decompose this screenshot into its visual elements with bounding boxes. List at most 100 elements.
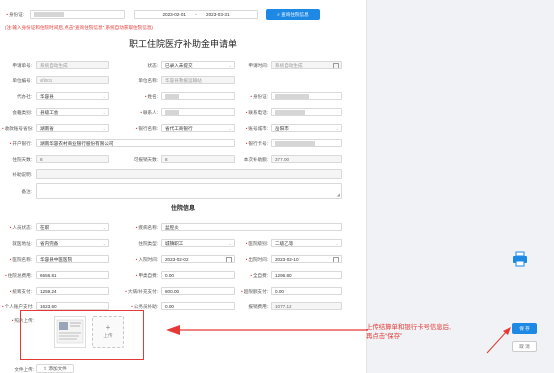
chevron-down-icon: ⌄ <box>228 63 232 68</box>
uploaded-photo-thumbnail[interactable] <box>54 316 86 348</box>
unit-no-field: sfl001 <box>36 76 109 84</box>
resize-handle-icon: ◢ <box>336 192 340 197</box>
annotation-arrow <box>166 325 368 335</box>
in-date-field[interactable]: 2023-02-02 <box>161 255 235 263</box>
agent-select[interactable]: 华容县 ⌄ <box>36 92 109 100</box>
cancel-button[interactable]: 取 消 <box>512 341 537 352</box>
in-type-label: 住院类型: <box>138 241 158 246</box>
out-date-label: •出院时间: <box>245 257 268 262</box>
chevron-down-icon: ⌄ <box>228 126 232 131</box>
fund-field[interactable]: 1259.24 <box>36 287 109 295</box>
calendar-icon <box>333 63 339 68</box>
file-upload-label: 文件上传: <box>14 367 34 372</box>
calendar-icon <box>333 257 339 262</box>
self-label: •甲类自费: <box>135 273 158 278</box>
hosp-name-label: •医院名称: <box>9 257 32 262</box>
bank-city-select[interactable]: 岳阳市 ⌄ <box>271 124 342 132</box>
phone-label: •联系电话: <box>245 110 268 115</box>
insurance-select[interactable]: 省内完备 ⌄ <box>36 239 109 247</box>
desc-field <box>36 169 342 179</box>
over-field[interactable]: 0.00 <box>271 287 342 295</box>
amount-field: 377.00 <box>271 155 342 163</box>
hosp-name-field[interactable]: 华容县中医医院 <box>36 255 109 263</box>
chevron-down-icon: ⌄ <box>102 126 106 131</box>
date-end: 2023-03-31 <box>206 12 230 17</box>
calendar-icon <box>226 257 232 262</box>
idcard-label: •身份证: <box>250 94 268 99</box>
idcard-field[interactable] <box>271 92 342 100</box>
person-status-select[interactable]: 在职 ⌄ <box>36 223 109 231</box>
remark-textarea[interactable]: ◢ <box>36 183 342 199</box>
date-start: 2023-02-01 <box>162 12 186 17</box>
apply-time-field: 系统自动生成 <box>271 61 342 69</box>
disease-label: •疾病名称: <box>135 225 158 230</box>
bank-label: •银行名称: <box>135 126 158 131</box>
query-hospital-button[interactable]: ⌕ 查询住院信息 <box>266 9 320 20</box>
remark-label: 备注: <box>21 189 32 194</box>
unit-no-label: 单位编号: <box>12 78 32 83</box>
chevron-down-icon: ⌄ <box>335 241 339 246</box>
type-select[interactable]: 县级工会 ⌄ <box>36 108 109 116</box>
personal-field[interactable]: 1623.60 <box>36 302 109 310</box>
status-field[interactable]: 已录入未提交 ⌄ <box>161 61 235 69</box>
photo-upload-label: •照片上传: <box>11 318 34 323</box>
photo-upload-button[interactable]: + 上传 <box>92 316 124 348</box>
name-field[interactable] <box>161 92 235 100</box>
search-icon: ⌕ <box>277 12 280 17</box>
fund-label: •统筹支付: <box>9 289 32 294</box>
card-label: •银行卡号: <box>245 141 268 146</box>
desc-label: 补助说明: <box>12 172 32 177</box>
name-label: •姓名: <box>144 94 158 99</box>
chevron-down-icon: ⌄ <box>228 241 232 246</box>
page-title: 职工住院医疗补助金申请单 <box>128 39 237 49</box>
save-button[interactable]: 保 存 <box>512 323 537 334</box>
idcard-search-label: •身份证: <box>6 12 24 17</box>
save-pointer-arrow <box>486 327 511 354</box>
bank-province-label: •收款账号省份: <box>2 126 34 131</box>
hosp-level-select[interactable]: 二级乙等 ⌄ <box>271 239 342 247</box>
applicant-no-field: 系统自动生成 <box>36 61 109 69</box>
self-field[interactable]: 0.00 <box>161 271 235 279</box>
bank-city-label: •账号城市: <box>245 126 268 131</box>
contact-field[interactable] <box>161 108 235 116</box>
add-file-button[interactable]: ⇪ 添加文件 <box>36 364 74 373</box>
type-label: 会籍类别: <box>12 110 32 115</box>
total-label: •住院总费用: <box>5 273 32 278</box>
annotation-line-1: 上传结算单和银行卡号信息后, <box>366 324 451 331</box>
bank-select[interactable]: 省代工商银行 ⌄ <box>161 124 235 132</box>
days-label: 住院天数: <box>12 157 32 162</box>
chevron-down-icon: ⌄ <box>102 94 106 99</box>
annotation-text: 上传结算单和银行卡号信息后, 再点击“保存” <box>366 323 451 341</box>
total-field[interactable]: 6556.81 <box>36 271 109 279</box>
card-field[interactable] <box>271 139 342 147</box>
date-sep: - <box>195 12 197 17</box>
date-range-input[interactable]: 2023-02-01 - 2023-03-31 <box>134 10 258 19</box>
disease-field[interactable]: 盆腔炎 <box>161 223 342 231</box>
chevron-down-icon: ⌄ <box>102 225 106 230</box>
bank-province-select[interactable]: 湖南省 ⌄ <box>36 124 109 132</box>
self-pay-field[interactable]: 1296.80 <box>271 271 342 279</box>
hosp-level-label: •医院级别: <box>245 241 268 246</box>
account-field[interactable]: 湖南华容农村商业银行股份有限公司 <box>36 139 235 147</box>
allow-days-label: 可报销天数: <box>133 157 158 162</box>
upload-text: 上传 <box>103 333 113 338</box>
reimb-label: 报销费用: <box>248 304 268 309</box>
out-date-field[interactable]: 2023-02-10 <box>271 255 342 263</box>
status-label: 状态: <box>147 63 158 68</box>
over-label: •超限额支付: <box>241 289 268 294</box>
allow-days-field: 8 <box>161 155 235 163</box>
hospital-section-title: 住院信息 <box>170 206 195 212</box>
big-field[interactable]: 800.00 <box>161 287 235 295</box>
apply-time-label: 申请时间: <box>248 63 268 68</box>
applicant-no-label: 申请单号: <box>12 63 32 68</box>
in-type-select[interactable]: 城镇职工 ⌄ <box>161 239 235 247</box>
idcard-search-input[interactable] <box>30 10 125 19</box>
phone-field[interactable] <box>271 108 342 116</box>
unit-name-field: 华容县救援运输站 <box>161 76 235 84</box>
receipt-image-icon <box>56 319 84 344</box>
civil-field[interactable]: 0.00 <box>161 302 235 310</box>
printer-icon[interactable] <box>512 251 528 267</box>
person-status-label: •人员状态: <box>9 225 32 230</box>
big-label: •大病/补充支付: <box>125 289 158 294</box>
unit-name-label: 单位名称: <box>138 78 158 83</box>
